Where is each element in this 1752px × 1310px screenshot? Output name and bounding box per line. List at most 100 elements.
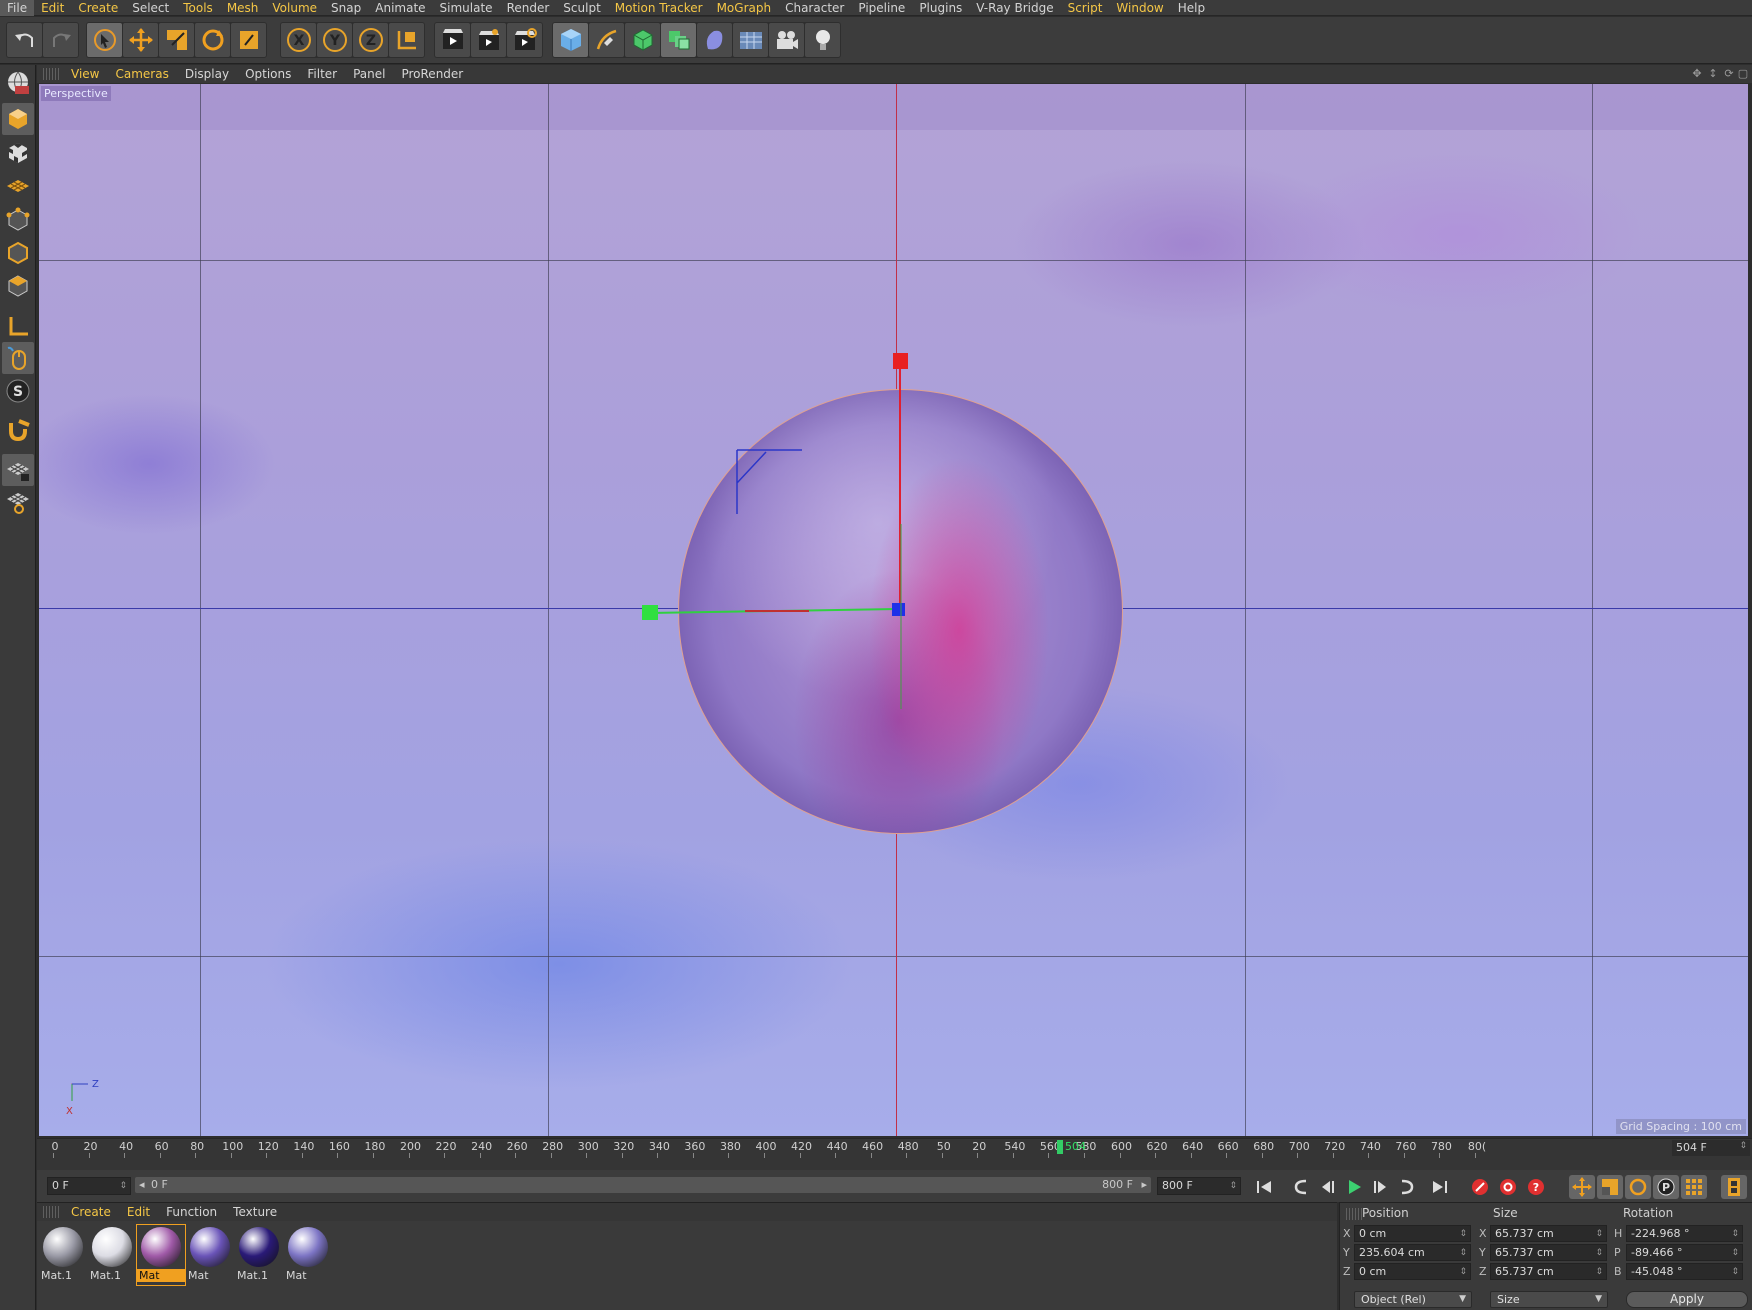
position-z-field[interactable]: 0 cm ⇕ [1354, 1263, 1471, 1280]
menu-tools[interactable]: Tools [176, 0, 220, 16]
axis-mode-button[interactable] [2, 310, 34, 342]
autokeying-button[interactable] [1495, 1175, 1521, 1199]
spinner-arrows-icon[interactable]: ⇕ [1595, 1265, 1603, 1279]
material-swatch[interactable]: Mat [186, 1225, 234, 1285]
timeline-playhead[interactable] [1057, 1140, 1063, 1154]
texture-mode-button[interactable] [2, 137, 34, 169]
spinner-arrows-icon[interactable]: ⇕ [1459, 1227, 1467, 1241]
tweak-mode-button[interactable] [2, 342, 34, 374]
menu-mesh[interactable]: Mesh [220, 0, 266, 16]
menu-select[interactable]: Select [125, 0, 176, 16]
material-swatch[interactable]: Mat.1 [235, 1225, 283, 1285]
perspective-viewport[interactable]: Z X Perspective Grid Spacing : 100 cm [39, 84, 1748, 1136]
render-view-button[interactable] [435, 23, 470, 57]
go-to-next-key-button[interactable] [1393, 1175, 1419, 1199]
spinner-arrows-icon[interactable]: ⇕ [1459, 1265, 1467, 1279]
material-swatch[interactable]: Mat.1 [39, 1225, 87, 1285]
menu-plugins[interactable]: Plugins [912, 0, 969, 16]
zoom-view-icon[interactable]: ↕ [1706, 67, 1720, 81]
pen-button[interactable] [589, 23, 624, 57]
size-z-field[interactable]: 65.737 cm ⇕ [1490, 1263, 1607, 1280]
timeline-window-button[interactable] [1721, 1175, 1747, 1199]
menu-script[interactable]: Script [1061, 0, 1110, 16]
interface-layout-button[interactable] [2, 67, 34, 99]
gizmo-y-handle[interactable] [893, 353, 908, 369]
menu-simulate[interactable]: Simulate [433, 0, 500, 16]
material-menu-create[interactable]: Create [63, 1205, 119, 1219]
preview-range-slider[interactable]: ◂ 0 F 800 F ▸ [135, 1177, 1151, 1193]
go-to-next-frame-button[interactable] [1367, 1175, 1393, 1199]
coordinate-mode-dropdown[interactable]: Object (Rel) ▼ [1354, 1291, 1472, 1308]
menu-help[interactable]: Help [1171, 0, 1212, 16]
record-point-level-button[interactable] [1681, 1175, 1707, 1199]
coordinate-system-button[interactable] [389, 23, 424, 57]
menu-snap[interactable]: Snap [324, 0, 368, 16]
render-picture-viewer-button[interactable] [471, 23, 506, 57]
position-x-field[interactable]: 0 cm ⇕ [1354, 1225, 1471, 1242]
go-to-start-button[interactable] [1251, 1175, 1277, 1199]
points-mode-button[interactable] [2, 204, 34, 236]
snapping-button[interactable]: S [2, 375, 34, 407]
polygons-mode-button[interactable] [2, 270, 34, 302]
rotate-view-icon[interactable]: ⟳ [1722, 67, 1736, 81]
gizmo-x-handle[interactable] [642, 605, 658, 620]
camera-button[interactable] [769, 23, 804, 57]
go-to-end-button[interactable] [1427, 1175, 1453, 1199]
record-parameter-button[interactable]: P [1653, 1175, 1679, 1199]
maximize-view-icon[interactable]: ▢ [1736, 67, 1750, 81]
material-swatch[interactable]: Mat.1 [88, 1225, 136, 1285]
apply-button[interactable]: Apply [1626, 1291, 1748, 1308]
spinner-arrows-icon[interactable]: ⇕ [1731, 1246, 1739, 1260]
range-start-arrow-icon[interactable]: ◂ [139, 1178, 145, 1191]
x-axis-lock-button[interactable]: X [281, 23, 316, 57]
subdivision-button[interactable] [625, 23, 660, 57]
size-mode-dropdown[interactable]: Size ▼ [1490, 1291, 1608, 1308]
viewport-menu-display[interactable]: Display [177, 67, 237, 81]
cube-button[interactable] [553, 23, 588, 57]
spinner-arrows-icon[interactable]: ⇕ [1595, 1246, 1603, 1260]
go-to-previous-key-button[interactable] [1289, 1175, 1315, 1199]
y-axis-lock-button[interactable]: Y [317, 23, 352, 57]
material-menu-edit[interactable]: Edit [119, 1205, 158, 1219]
menu-window[interactable]: Window [1109, 0, 1170, 16]
menu-v-ray-bridge[interactable]: V-Ray Bridge [969, 0, 1060, 16]
viewport-menu-options[interactable]: Options [237, 67, 299, 81]
end-frame-field[interactable]: 800 F ⇕ [1157, 1177, 1241, 1195]
spinner-arrows-icon[interactable]: ⇕ [1459, 1246, 1467, 1260]
current-frame-field[interactable]: 504 F ⇕ [1672, 1140, 1750, 1156]
menu-edit[interactable]: Edit [34, 0, 71, 16]
redo-button[interactable] [43, 23, 78, 57]
planar-workplane-button[interactable] [2, 486, 34, 518]
rotation-h-field[interactable]: -224.968 ° ⇕ [1626, 1225, 1743, 1242]
menu-animate[interactable]: Animate [368, 0, 432, 16]
scale-button[interactable] [159, 23, 194, 57]
material-swatch[interactable]: Mat [136, 1224, 186, 1286]
locked-workplane-button[interactable] [2, 454, 34, 486]
floor-button[interactable] [733, 23, 768, 57]
material-menu-function[interactable]: Function [158, 1205, 225, 1219]
workplane-mode-button[interactable] [2, 169, 34, 201]
menu-create[interactable]: Create [71, 0, 125, 16]
rotation-b-field[interactable]: -45.048 ° ⇕ [1626, 1263, 1743, 1280]
rotate-button[interactable] [195, 23, 230, 57]
menu-mograph[interactable]: MoGraph [710, 0, 779, 16]
enable-snap-button[interactable] [2, 414, 34, 446]
menu-file[interactable]: File [0, 0, 35, 16]
light-button[interactable] [805, 23, 840, 57]
menu-volume[interactable]: Volume [265, 0, 324, 16]
pan-view-icon[interactable]: ✥ [1690, 67, 1704, 81]
keyframe-selection-button[interactable]: ? [1523, 1175, 1549, 1199]
material-swatch[interactable]: Mat [284, 1225, 332, 1285]
start-frame-field[interactable]: 0 F ⇕ [47, 1177, 131, 1195]
menu-sculpt[interactable]: Sculpt [556, 0, 607, 16]
gizmo-z-handle[interactable] [892, 603, 905, 616]
viewport-menu-prorender[interactable]: ProRender [393, 67, 471, 81]
viewport-menu-cameras[interactable]: Cameras [107, 67, 176, 81]
range-end-arrow-icon[interactable]: ▸ [1141, 1178, 1147, 1191]
record-scale-button[interactable] [1597, 1175, 1623, 1199]
live-selection-button[interactable] [87, 23, 122, 57]
go-to-previous-frame-button[interactable] [1315, 1175, 1341, 1199]
viewport-menu-filter[interactable]: Filter [299, 67, 345, 81]
move-button[interactable] [123, 23, 158, 57]
rotation-p-field[interactable]: -89.466 ° ⇕ [1626, 1244, 1743, 1261]
